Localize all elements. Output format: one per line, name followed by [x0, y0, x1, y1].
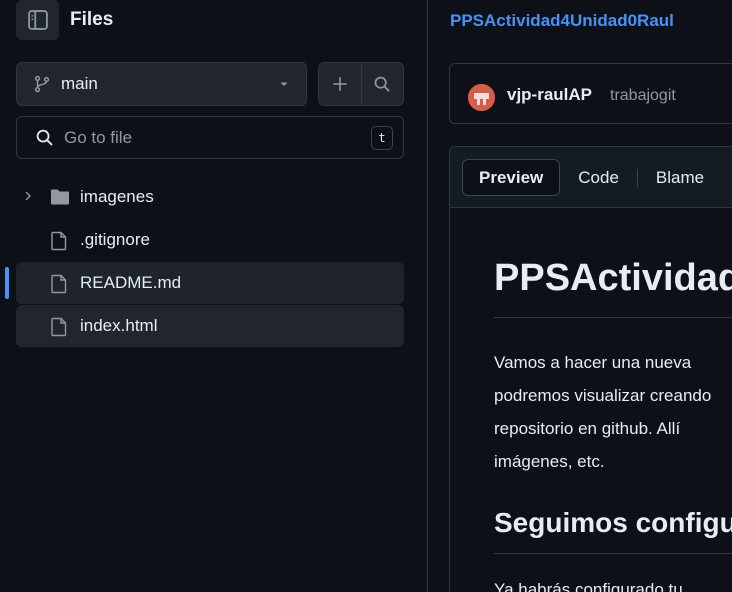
avatar[interactable]	[468, 84, 495, 111]
tree-item-label: README.md	[80, 273, 182, 292]
collapse-sidebar-button[interactable]	[16, 0, 59, 40]
search-icon	[36, 129, 53, 146]
file-tree: imagenes .gitignore README.md index.html	[16, 176, 404, 348]
readme-heading-1: PPSActividad4Unidad0Raul	[494, 257, 732, 299]
tree-item-file[interactable]: .gitignore	[16, 219, 404, 261]
chevron-down-icon	[280, 82, 288, 86]
tab-code[interactable]: Code	[560, 159, 637, 196]
github-file-browser: Files main Go to file t imagenes .gitign…	[0, 0, 732, 592]
commit-author-link[interactable]: vjp-raulAP	[507, 85, 592, 105]
plus-icon	[333, 77, 347, 91]
git-branch-icon	[34, 75, 50, 93]
latest-commit-bar: vjp-raulAP trabajogit	[449, 63, 732, 124]
avatar-identicon	[468, 84, 495, 111]
breadcrumb-repo-link[interactable]: PPSActividad4Unidad0Raul	[450, 11, 674, 31]
keyboard-shortcut-hint: t	[371, 125, 393, 150]
tree-item-label: .gitignore	[80, 230, 150, 249]
add-file-button[interactable]	[319, 63, 361, 105]
paragraph-line: repositorio en github. Allí	[494, 419, 681, 438]
readme-paragraph: Ya habrás configurado tu	[494, 580, 683, 592]
file-tree-panel: Files main Go to file t imagenes .gitign…	[0, 0, 427, 592]
tree-item-label: index.html	[80, 316, 158, 335]
tree-item-file[interactable]: index.html	[16, 305, 404, 347]
branch-selector[interactable]: main	[16, 62, 307, 106]
paragraph-line: podremos visualizar creando	[494, 386, 712, 405]
view-mode-tabs: Preview Code Blame	[462, 159, 722, 196]
tab-preview[interactable]: Preview	[462, 159, 561, 196]
file-actions-group	[318, 62, 404, 106]
readme-paragraph: Vamos a hacer una nueva podremos visuali…	[494, 346, 732, 478]
paragraph-line: imágenes, etc.	[494, 452, 605, 471]
files-heading: Files	[70, 9, 114, 30]
file-icon	[51, 231, 67, 251]
tree-item-folder[interactable]: imagenes	[16, 176, 404, 218]
file-viewer-header: Preview Code Blame	[450, 147, 732, 208]
readme-heading-2: Seguimos configurando	[494, 507, 732, 538]
selected-item-indicator	[5, 267, 9, 299]
tree-item-label: imagenes	[80, 187, 154, 206]
tab-blame[interactable]: Blame	[638, 159, 722, 196]
chevron-right-icon	[25, 191, 31, 201]
heading-rule	[494, 553, 732, 554]
file-icon	[51, 274, 67, 294]
file-content-panel: PPSActividad4Unidad0Raul vjp-raulAP trab…	[428, 0, 732, 592]
file-icon	[51, 317, 67, 337]
paragraph-line: Vamos a hacer una nueva	[494, 353, 692, 372]
search-icon	[374, 76, 390, 92]
sidebar-collapse-icon	[27, 10, 48, 30]
heading-rule	[494, 317, 732, 318]
tree-item-file-selected[interactable]: README.md	[16, 262, 404, 304]
go-to-file-search[interactable]: t	[16, 116, 404, 159]
folder-icon	[51, 189, 69, 205]
branch-name: main	[61, 74, 98, 93]
commit-message-link[interactable]: trabajogit	[610, 87, 676, 105]
search-code-button[interactable]	[362, 63, 404, 105]
file-viewer: Preview Code Blame PPSActividad4Unidad0R…	[449, 146, 732, 592]
go-to-file-input[interactable]	[64, 127, 371, 148]
